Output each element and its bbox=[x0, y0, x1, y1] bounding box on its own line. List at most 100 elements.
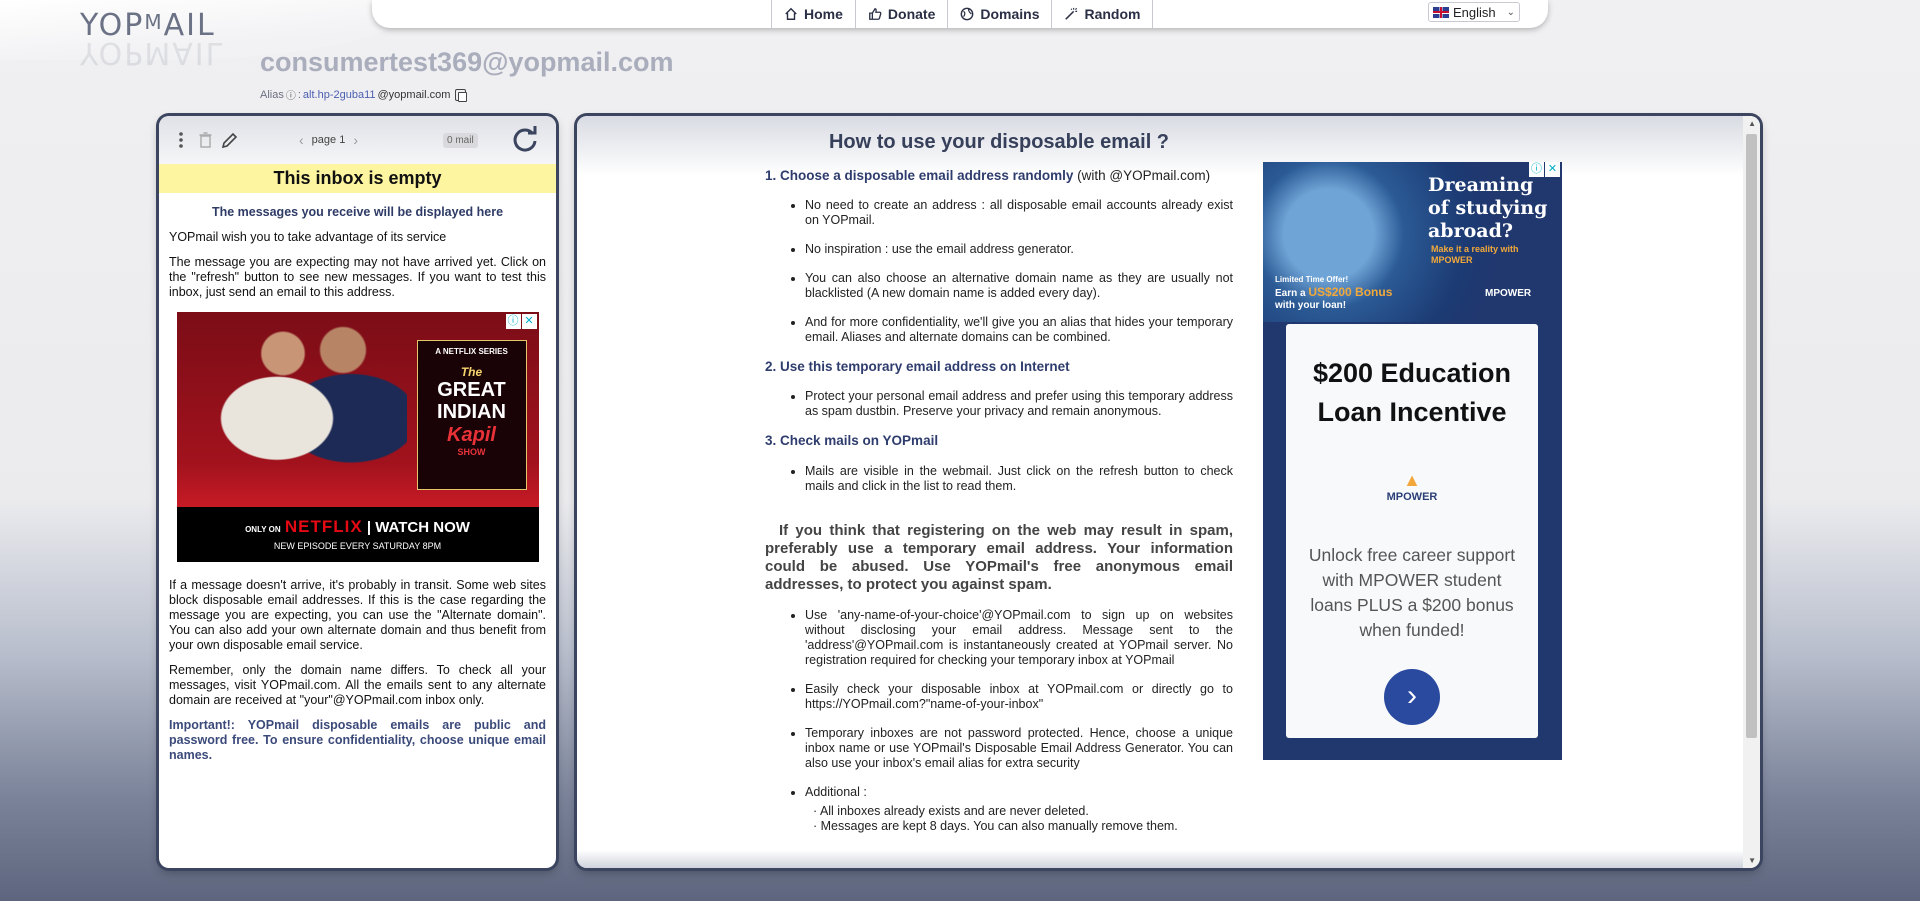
ad-info-icon[interactable]: ⓘ bbox=[1529, 162, 1544, 177]
inbox-paragraph-3: If a message doesn't arrive, it's probab… bbox=[169, 578, 546, 652]
inbox-paragraph-4: Remember, only the domain name differs. … bbox=[169, 663, 546, 707]
inbox-toolbar: ‹ page 1 › 0 mail bbox=[159, 116, 556, 164]
netflix-advertisement[interactable]: ⓘ ✕ A NETFLIX SERIES The GREAT INDIAN Ka… bbox=[176, 312, 539, 562]
additional-item: · All inboxes already exists and are nev… bbox=[813, 803, 1089, 818]
refresh-icon[interactable] bbox=[511, 126, 539, 154]
inbox-subtitle: The messages you receive will be display… bbox=[211, 205, 504, 219]
mpower-logo-icon: ▲ bbox=[1403, 470, 1421, 490]
scroll-down-arrow[interactable]: ▼ bbox=[1748, 856, 1756, 865]
nav-home[interactable]: Home bbox=[771, 0, 855, 28]
additional-item: · Messages are kept 8 days. You can also… bbox=[813, 818, 1178, 833]
help-scrollbar[interactable]: ▲ ▼ bbox=[1743, 116, 1760, 868]
ad-card-body: Unlock free career support with MPOWER s… bbox=[1308, 545, 1516, 640]
nav-donate[interactable]: Donate bbox=[854, 0, 947, 28]
list-item: No need to create an address : all dispo… bbox=[805, 198, 1233, 228]
show-poster: A NETFLIX SERIES The GREAT INDIAN Kapil … bbox=[416, 340, 527, 490]
nav-random[interactable]: Random bbox=[1051, 0, 1154, 28]
ad-controls: ⓘ ✕ bbox=[1529, 162, 1560, 177]
section-2-list: Protect your personal email address and … bbox=[805, 389, 1233, 419]
nav-random-label: Random bbox=[1084, 6, 1141, 22]
alias-colon: : bbox=[297, 88, 301, 101]
ad-info-icon[interactable]: ⓘ bbox=[505, 314, 521, 329]
section-1-suffix: (with @YOPmail.com) bbox=[1077, 168, 1211, 183]
section-4-list: Use 'any-name-of-your-choice'@YOPmail.co… bbox=[805, 608, 1233, 834]
mpower-logo-text: MPOWER bbox=[1386, 491, 1438, 503]
list-item: Easily check your disposable inbox at YO… bbox=[805, 682, 1233, 712]
alias-line: Alias ⓘ: alt.hp-2guba11 @yopmail.com bbox=[260, 87, 468, 102]
ad-close-icon[interactable]: ✕ bbox=[1545, 162, 1560, 177]
ad-show-kapil: Kapil bbox=[447, 423, 496, 446]
help-content: How to use your disposable email ? 1. Ch… bbox=[765, 116, 1233, 848]
language-select[interactable]: English ⌄ bbox=[1428, 2, 1520, 22]
ad-watch-now: WATCH NOW bbox=[375, 519, 470, 536]
mpower-logo-small: MPOWER bbox=[1485, 288, 1532, 299]
ad-card: $200 Education Loan Incentive ▲ MPOWER U… bbox=[1286, 324, 1538, 738]
ad-episode: NEW EPISODE EVERY SATURDAY 8PM bbox=[273, 541, 442, 552]
prev-page-icon[interactable]: ‹ bbox=[299, 132, 304, 148]
copy-icon[interactable] bbox=[455, 88, 468, 102]
ad-show-word: SHOW bbox=[457, 446, 486, 457]
section-2-title: 2. Use this temporary email address on I… bbox=[765, 359, 1070, 375]
section-3-title: 3. Check mails on YOPmail bbox=[765, 433, 939, 449]
main-nav: Home Donate Domains Random bbox=[771, 0, 1154, 28]
netflix-logo: NETFLIX bbox=[284, 517, 363, 536]
help-panel: How to use your disposable email ? 1. Ch… bbox=[577, 116, 1760, 868]
ad-offer: Limited Time Offer! Earn a US$200 Bonus … bbox=[1275, 274, 1392, 312]
list-item: Additional : · All inboxes already exist… bbox=[805, 785, 1233, 834]
nav-domains[interactable]: Domains bbox=[947, 0, 1051, 28]
spam-warning-paragraph: If you think that registering on the web… bbox=[765, 521, 1233, 593]
ad-offer-line-2: Earn a US$200 Bonus bbox=[1275, 286, 1392, 300]
mpower-advertisement[interactable]: ⓘ ✕ Dreaming of studying abroad? Make it… bbox=[1263, 162, 1562, 760]
ad-controls: ⓘ ✕ bbox=[505, 314, 537, 329]
nav-home-label: Home bbox=[804, 6, 843, 22]
alias-label: Alias bbox=[260, 88, 284, 101]
ad-close-icon[interactable]: ✕ bbox=[521, 314, 537, 329]
ad-only-on: ONLY ON bbox=[245, 525, 281, 534]
language-label: English bbox=[1453, 4, 1496, 20]
section-1-list: No need to create an address : all dispo… bbox=[805, 198, 1233, 345]
list-item: And for more confidentiality, we'll give… bbox=[805, 315, 1233, 345]
additional-label: Additional : bbox=[805, 784, 867, 799]
list-item: Use 'any-name-of-your-choice'@YOPmail.co… bbox=[805, 608, 1233, 668]
mail-count-badge: 0 mail bbox=[443, 132, 478, 148]
compose-pencil-icon[interactable] bbox=[217, 128, 241, 152]
empty-inbox-banner: This inbox is empty bbox=[159, 164, 556, 193]
section-1-title-text: 1. Choose a disposable email address ran… bbox=[765, 168, 1074, 183]
ad-bottom-strip: ONLY ON NETFLIX | WATCH NOW NEW EPISODE … bbox=[177, 507, 539, 562]
ad-offer-line-3: with your loan! bbox=[1275, 300, 1347, 311]
ad-card-title: $200 Education Loan Incentive bbox=[1312, 358, 1512, 427]
ad-next-arrow-button[interactable]: › bbox=[1384, 669, 1440, 725]
list-item: Mails are visible in the webmail. Just c… bbox=[805, 464, 1233, 494]
list-item: No inspiration : use the email address g… bbox=[805, 242, 1233, 257]
section-3-list: Mails are visible in the webmail. Just c… bbox=[805, 464, 1233, 494]
alias-value[interactable]: alt.hp-2guba11 bbox=[303, 89, 376, 101]
ad-headline: Dreaming of studying abroad? bbox=[1428, 174, 1548, 242]
section-1-title: 1. Choose a disposable email address ran… bbox=[765, 168, 1233, 184]
thumbs-up-icon bbox=[869, 8, 882, 20]
ad-offer-earn: Earn a bbox=[1275, 288, 1306, 299]
pager: ‹ page 1 › bbox=[299, 132, 358, 148]
magic-wand-icon bbox=[1065, 7, 1078, 20]
panel-footer-gradient bbox=[577, 850, 1760, 868]
inbox-email-address: consumertest369@yopmail.com bbox=[260, 47, 674, 77]
help-title: How to use your disposable email ? bbox=[828, 131, 1170, 153]
more-menu-icon[interactable] bbox=[169, 128, 193, 152]
inbox-paragraph-1: YOPmail wish you to take advantage of it… bbox=[169, 230, 447, 244]
uk-flag-icon bbox=[1433, 6, 1449, 18]
mpower-logo: ▲ MPOWER bbox=[1286, 470, 1538, 503]
scroll-up-arrow[interactable]: ▲ bbox=[1748, 119, 1756, 128]
yopmail-logo[interactable]: YOPMAIL YOPMAIL bbox=[80, 8, 260, 70]
inbox-help-content: The messages you receive will be display… bbox=[159, 205, 556, 763]
next-page-icon[interactable]: › bbox=[353, 132, 358, 148]
delete-icon[interactable] bbox=[193, 128, 217, 152]
inbox-important-note: Important!: YOPmail disposable emails ar… bbox=[169, 718, 546, 762]
scroll-thumb[interactable] bbox=[1746, 134, 1757, 738]
list-item: You can also choose an alternative domai… bbox=[805, 271, 1233, 301]
nav-domains-label: Domains bbox=[980, 6, 1040, 22]
ad-hosts-image bbox=[206, 322, 407, 497]
ad-watch-line: ONLY ON NETFLIX | WATCH NOW bbox=[245, 517, 470, 536]
globe-icon bbox=[960, 7, 974, 21]
inbox-panel: ‹ page 1 › 0 mail This inbox is empty Th… bbox=[159, 116, 556, 868]
inbox-paragraph-2: The message you are expecting may not ha… bbox=[169, 255, 546, 299]
info-icon[interactable]: ⓘ bbox=[286, 87, 296, 102]
